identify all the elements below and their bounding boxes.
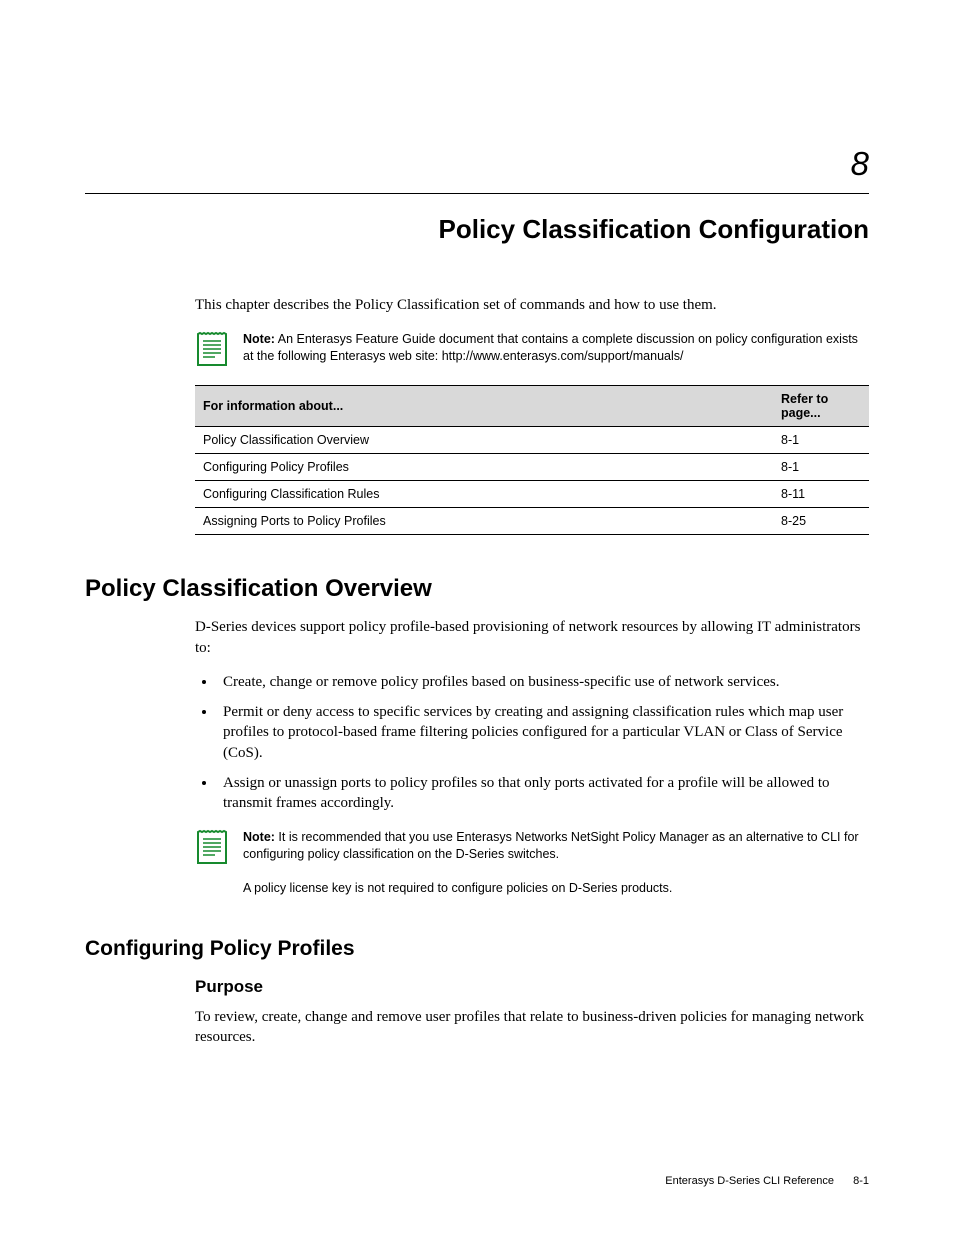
note-text: Note: It is recommended that you use Ent…	[243, 829, 869, 897]
table-header-topic: For information about...	[195, 386, 773, 427]
divider	[85, 193, 869, 194]
note-body-line1: It is recommended that you use Enterasys…	[243, 830, 859, 861]
toc-topic: Assigning Ports to Policy Profiles	[195, 508, 773, 535]
list-item: Assign or unassign ports to policy profi…	[217, 773, 869, 814]
contents-table: For information about... Refer to page..…	[195, 385, 869, 535]
note-body-line2: A policy license key is not required to …	[243, 881, 672, 895]
document-page: 8 Policy Classification Configuration Th…	[0, 0, 954, 1235]
note-block: Note: An Enterasys Feature Guide documen…	[195, 329, 869, 367]
note-label: Note:	[243, 830, 275, 844]
intro-paragraph: This chapter describes the Policy Classi…	[195, 295, 869, 315]
chapter-title: Policy Classification Configuration	[85, 214, 869, 245]
table-row: Configuring Policy Profiles 8-1	[195, 454, 869, 481]
note-body: An Enterasys Feature Guide document that…	[243, 332, 858, 363]
section-heading: Policy Classification Overview	[85, 575, 869, 603]
subsection-heading: Purpose	[195, 977, 869, 997]
note-text: Note: An Enterasys Feature Guide documen…	[243, 331, 869, 365]
section-heading: Configuring Policy Profiles	[85, 937, 869, 961]
table-row: Assigning Ports to Policy Profiles 8-25	[195, 508, 869, 535]
toc-page: 8-11	[773, 481, 869, 508]
toc-page: 8-25	[773, 508, 869, 535]
overview-paragraph: D-Series devices support policy profile-…	[195, 617, 869, 658]
table-row: Configuring Classification Rules 8-11	[195, 481, 869, 508]
note-page-icon	[195, 827, 229, 865]
list-item: Permit or deny access to specific servic…	[217, 702, 869, 763]
toc-topic: Configuring Policy Profiles	[195, 454, 773, 481]
toc-topic: Policy Classification Overview	[195, 427, 773, 454]
page-footer: Enterasys D-Series CLI Reference 8-1	[665, 1175, 869, 1187]
table-row: Policy Classification Overview 8-1	[195, 427, 869, 454]
content-column: This chapter describes the Policy Classi…	[85, 295, 869, 1047]
toc-topic: Configuring Classification Rules	[195, 481, 773, 508]
purpose-paragraph: To review, create, change and remove use…	[195, 1007, 869, 1048]
note-label: Note:	[243, 332, 275, 346]
footer-page-number: 8-1	[853, 1175, 869, 1187]
list-item: Create, change or remove policy profiles…	[217, 672, 869, 692]
note-block: Note: It is recommended that you use Ent…	[195, 827, 869, 897]
toc-page: 8-1	[773, 427, 869, 454]
toc-page: 8-1	[773, 454, 869, 481]
footer-text: Enterasys D-Series CLI Reference	[665, 1175, 834, 1187]
table-header-page: Refer to page...	[773, 386, 869, 427]
chapter-number: 8	[85, 145, 869, 183]
bullet-list: Create, change or remove policy profiles…	[195, 672, 869, 814]
note-page-icon	[195, 329, 229, 367]
